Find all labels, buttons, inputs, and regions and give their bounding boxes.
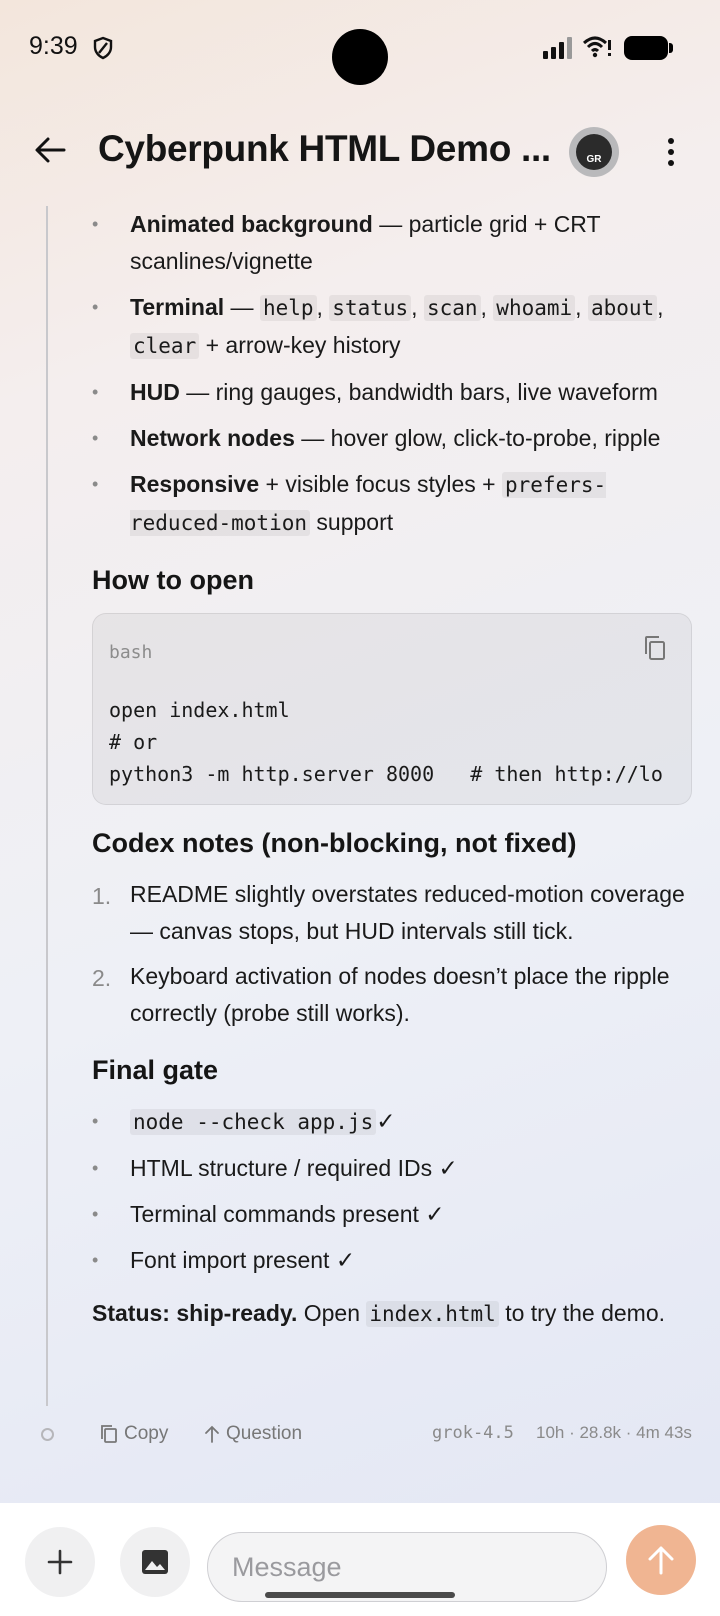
feature-name: HUD xyxy=(130,379,180,405)
feature-desc: hover glow, click-to-probe, ripple xyxy=(330,425,661,451)
section-heading: Codex notes (non-blocking, not fixed) xyxy=(92,828,577,858)
avatar[interactable]: GR xyxy=(569,127,619,177)
gate-list: node --check app.js✓ HTML structure / re… xyxy=(92,1103,692,1279)
shield-icon xyxy=(93,36,113,60)
inline-code: index.html xyxy=(366,1301,499,1327)
inline-code: about xyxy=(587,295,658,321)
inline-code: help xyxy=(259,295,317,321)
more-options-button[interactable] xyxy=(656,132,686,172)
list-item: node --check app.js✓ xyxy=(92,1103,692,1141)
arrow-left-icon xyxy=(35,137,66,163)
arrow-up-icon xyxy=(648,1546,674,1575)
list-item: Font import present ✓ xyxy=(92,1242,692,1279)
status-time: 9:39 xyxy=(29,32,78,60)
copy-button[interactable]: Copy xyxy=(100,1423,168,1445)
back-button[interactable] xyxy=(30,130,70,170)
status-line: Status: ship-ready. Open index.html to t… xyxy=(92,1300,666,1327)
inline-code: whoami xyxy=(493,295,576,321)
dot-icon xyxy=(668,160,674,166)
send-button[interactable] xyxy=(626,1525,696,1595)
image-icon xyxy=(142,1550,168,1574)
inline-code: clear xyxy=(130,333,200,359)
list-item: HTML structure / required IDs ✓ xyxy=(92,1150,692,1187)
code-block: bash open index.html # or python3 -m http.… xyxy=(92,613,692,805)
inline-code: scan xyxy=(423,295,481,321)
check-icon: ✓ xyxy=(425,1201,445,1227)
image-button[interactable] xyxy=(120,1527,190,1597)
copy-icon xyxy=(101,1425,117,1443)
message-meta: 10h · 28.8k · 4m 43s xyxy=(536,1423,692,1442)
home-indicator xyxy=(265,1592,455,1598)
model-name: grok-4.5 xyxy=(432,1423,514,1443)
check-icon: ✓ xyxy=(376,1108,396,1134)
code-lines: open index.html # or python3 -m http.serve… xyxy=(109,698,663,786)
camera-cutout xyxy=(332,29,388,85)
message-actions: Copy Question grok-4.5 10h · 28.8k · 4m … xyxy=(0,1418,720,1458)
feature-name: Terminal xyxy=(130,294,225,320)
thread-dot xyxy=(41,1428,54,1441)
list-item: 1. README slightly overstates reduced-mot… xyxy=(92,881,685,944)
feature-name: Responsive xyxy=(130,471,260,497)
feature-name: Animated background xyxy=(130,211,373,237)
notes-list: 1. README slightly overstates reduced-mot… xyxy=(92,876,692,1032)
assistant-message: Animated background — particle grid + CR… xyxy=(92,206,692,1333)
list-item: Terminal commands present ✓ xyxy=(92,1196,692,1233)
signal-icon xyxy=(543,37,572,59)
feature-list: Animated background — particle grid + CR… xyxy=(92,206,692,542)
check-icon: ✓ xyxy=(335,1247,356,1273)
plus-icon xyxy=(47,1549,73,1575)
list-item: 2. Keyboard activation of nodes doesn’t p… xyxy=(92,963,670,1026)
list-item: Network nodes — hover glow, click-to-pro… xyxy=(92,420,692,457)
add-button[interactable] xyxy=(25,1527,95,1597)
list-item: Responsive + visible focus styles + pref… xyxy=(92,466,692,542)
section-heading: Final gate xyxy=(92,1055,219,1085)
inline-code: status xyxy=(329,295,412,321)
wifi-icon xyxy=(582,36,611,58)
question-button[interactable]: Question xyxy=(204,1423,302,1445)
dot-icon xyxy=(668,149,674,155)
arrow-up-icon xyxy=(205,1425,219,1443)
battery-icon xyxy=(624,36,673,60)
list-item: Animated background — particle grid + CR… xyxy=(92,206,692,280)
composer xyxy=(0,1503,720,1616)
check-icon: ✓ xyxy=(438,1155,458,1181)
avatar-initials: GR xyxy=(576,134,612,170)
feature-desc: ring gauges, bandwidth bars, live wavefo… xyxy=(215,379,658,405)
list-item: HUD — ring gauges, bandwidth bars, live … xyxy=(92,374,692,411)
inline-code: node --check app.js xyxy=(130,1109,377,1135)
chat-header: Cyberpunk HTML Demo ... GR xyxy=(0,110,720,190)
dot-icon xyxy=(668,138,674,144)
chat-title[interactable]: Cyberpunk HTML Demo ... xyxy=(98,128,551,170)
thread-line xyxy=(46,206,48,1406)
code-language: bash xyxy=(109,642,153,663)
section-heading: How to open xyxy=(92,565,254,595)
feature-name: Network nodes xyxy=(130,425,295,451)
status-bar: 9:39 xyxy=(0,0,720,96)
copy-code-icon[interactable] xyxy=(643,635,667,661)
list-item: Terminal — help, status, scan, whoami, a… xyxy=(92,289,692,365)
